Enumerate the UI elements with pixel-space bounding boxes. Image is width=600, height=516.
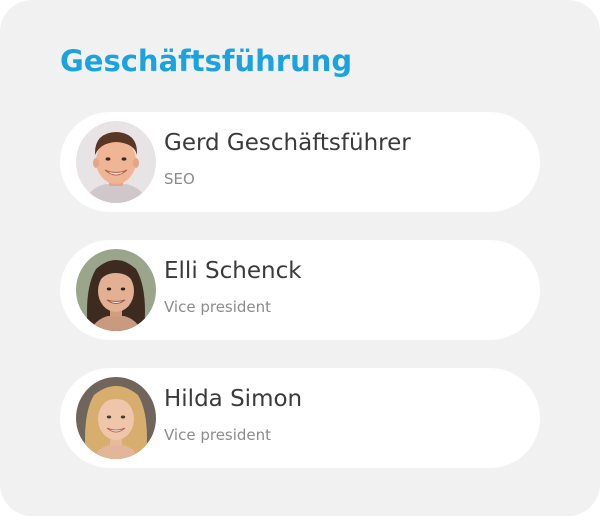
person-photo-male-icon [76, 121, 156, 203]
person-photo-female-dark-hair-icon [76, 249, 156, 331]
avatar [76, 121, 156, 203]
member-item-gerd[interactable]: Gerd Geschäftsführer SEO [60, 112, 540, 212]
team-card: Geschäftsführung Gerd Geschäftsführer SE… [0, 0, 600, 516]
member-role: Vice president [164, 426, 272, 444]
member-name: Elli Schenck [164, 258, 302, 284]
member-name: Gerd Geschäftsführer [164, 130, 411, 156]
member-name: Hilda Simon [164, 386, 303, 412]
person-photo-female-blonde-icon [76, 377, 156, 459]
section-title: Geschäftsführung [60, 44, 353, 78]
member-role: SEO [164, 170, 195, 188]
member-role: Vice president [164, 298, 272, 316]
avatar [76, 377, 156, 459]
avatar [76, 249, 156, 331]
member-item-hilda[interactable]: Hilda Simon Vice president [60, 368, 540, 468]
member-item-elli[interactable]: Elli Schenck Vice president [60, 240, 540, 340]
